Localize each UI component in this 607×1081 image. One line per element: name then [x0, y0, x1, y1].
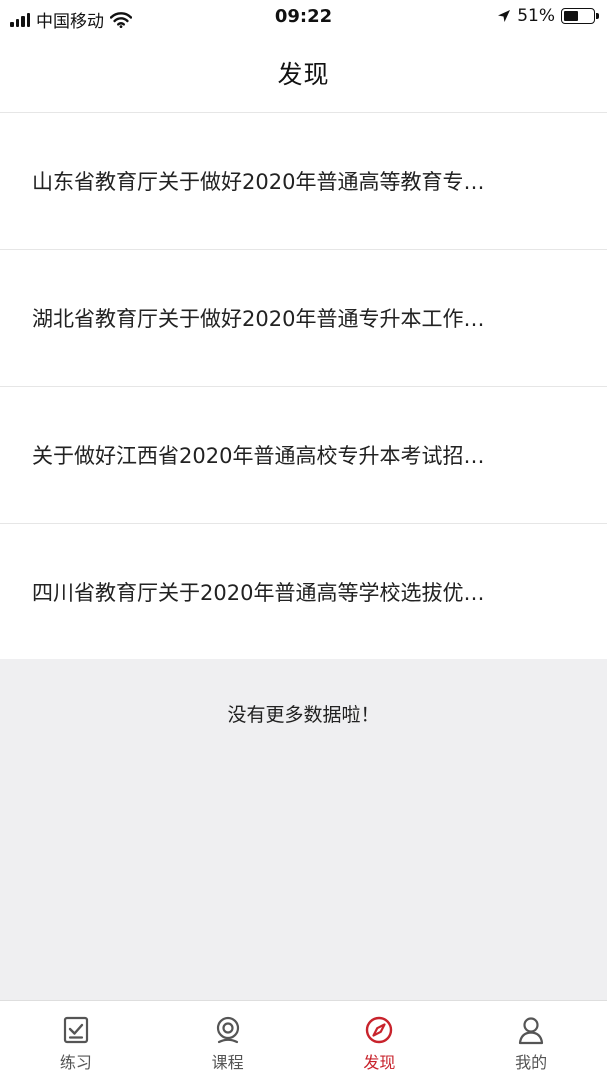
article-title: 四川省教育厅关于2020年普通高等学校选拔优…: [32, 580, 485, 605]
tab-label: 发现: [363, 1053, 396, 1072]
battery-fill: [564, 11, 578, 21]
nav-bar: 发现: [0, 34, 607, 113]
status-right: 51%: [497, 6, 599, 26]
article-list: 山东省教育厅关于做好2020年普通高等教育专… 湖北省教育厅关于做好2020年普…: [0, 113, 607, 659]
compass-icon: [366, 1016, 393, 1044]
checkbox-icon: [63, 1016, 88, 1044]
status-bar: 中国移动 09:22 51%: [0, 0, 607, 34]
page-title: 发现: [277, 60, 330, 89]
location-arrow-icon: [498, 10, 511, 22]
tab-courses[interactable]: 课程: [152, 1001, 304, 1081]
list-item[interactable]: 湖北省教育厅关于做好2020年普通专升本工作…: [0, 250, 607, 387]
list-item[interactable]: 四川省教育厅关于2020年普通高等学校选拔优…: [0, 524, 607, 659]
tab-bar: 练习 课程 发现 我的: [0, 1000, 607, 1081]
battery-icon: [561, 8, 599, 24]
tab-mine[interactable]: 我的: [455, 1001, 607, 1081]
tab-label: 我的: [515, 1053, 548, 1072]
tab-label: 课程: [211, 1053, 244, 1072]
webcam-icon: [216, 1016, 239, 1044]
no-more-data-message: 没有更多数据啦！: [227, 704, 380, 726]
article-title: 山东省教育厅关于做好2020年普通高等教育专…: [32, 170, 485, 194]
tab-label: 练习: [59, 1053, 92, 1072]
person-icon: [519, 1017, 544, 1045]
list-item[interactable]: 山东省教育厅关于做好2020年普通高等教育专…: [0, 113, 607, 250]
article-title: 关于做好江西省2020年普通高校专升本考试招…: [32, 444, 485, 468]
list-item[interactable]: 关于做好江西省2020年普通高校专升本考试招…: [0, 387, 607, 524]
tab-practice[interactable]: 练习: [0, 1001, 152, 1081]
battery-percent: 51%: [517, 6, 555, 26]
article-title: 湖北省教育厅关于做好2020年普通专升本工作…: [32, 307, 485, 331]
tab-discover[interactable]: 发现: [304, 1001, 456, 1081]
